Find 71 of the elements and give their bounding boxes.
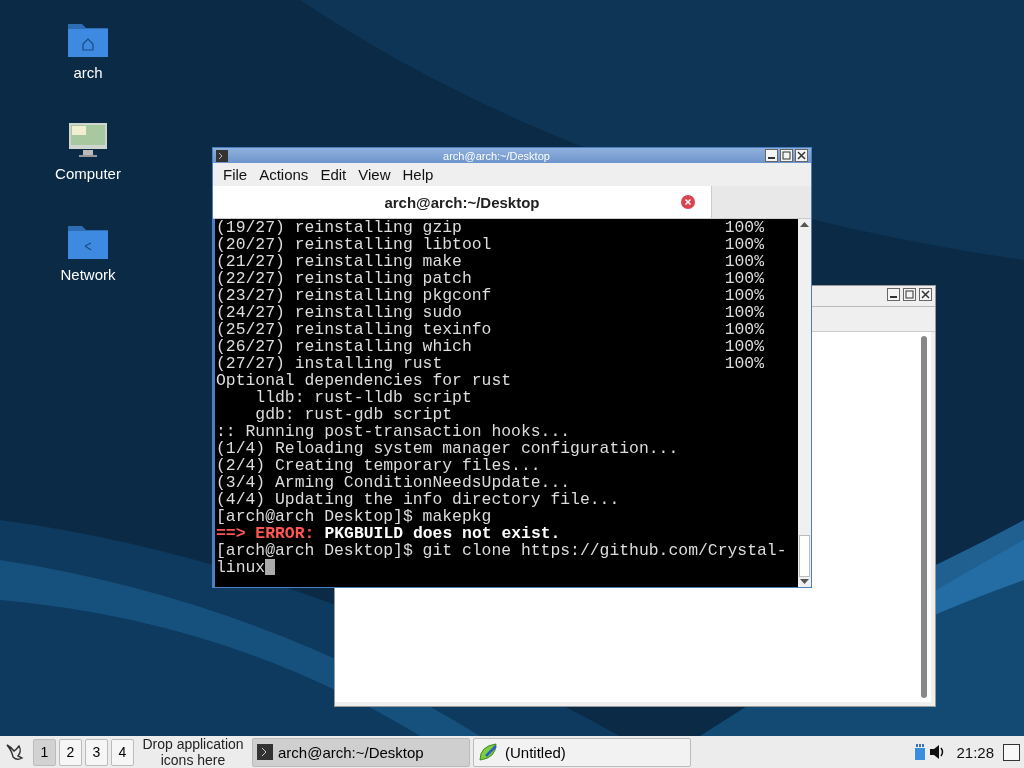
terminal-line: :: Running post-transaction hooks...	[216, 423, 571, 440]
show-desktop-button[interactable]	[1003, 743, 1020, 761]
terminal-line: (22/27) reinstalling patch	[216, 270, 472, 287]
close-button[interactable]	[919, 288, 932, 301]
taskbar-window-button[interactable]: (Untitled)	[473, 737, 691, 767]
progress-percent: 100%	[724, 355, 764, 372]
workspace-button[interactable]: 2	[59, 738, 82, 766]
menu-item[interactable]: Help	[396, 166, 440, 183]
desktop-icon-label[interactable]: Network	[60, 266, 116, 283]
progress-percent: 100%	[724, 304, 764, 321]
menu-item[interactable]: File	[217, 166, 254, 183]
terminal-line: [arch@arch Desktop]$ makepkg	[216, 508, 492, 525]
terminal-line: (3/4) Arming ConditionNeedsUpdate...	[216, 474, 571, 491]
terminal-line: (25/27) reinstalling texinfo	[216, 321, 492, 338]
close-tab-icon[interactable]	[681, 195, 695, 209]
terminal-line: Optional dependencies for rust	[216, 372, 512, 389]
progress-percent: 100%	[724, 287, 764, 304]
menu-item[interactable]: View	[352, 166, 397, 183]
progress-percent: 100%	[724, 236, 764, 253]
terminal-tab[interactable]: arch@arch:~/Desktop	[213, 186, 712, 218]
error-prefix: ==> ERROR:	[216, 525, 315, 542]
maximize-button[interactable]	[903, 288, 916, 301]
terminal-line: (27/27) installing rust	[216, 355, 443, 372]
progress-percent: 100%	[724, 321, 764, 338]
terminal-icon	[216, 149, 228, 162]
terminal-line: (26/27) reinstalling which	[216, 338, 472, 355]
progress-percent: 100%	[724, 219, 764, 236]
terminal-line: (21/27) reinstalling make	[216, 253, 462, 270]
menu-item[interactable]: Edit	[314, 166, 353, 183]
workspace-button[interactable]: 1	[33, 738, 56, 766]
clock[interactable]: 21:28	[956, 743, 994, 761]
scrollbar[interactable]	[798, 219, 811, 587]
terminal-line: (1/4) Reloading system manager configuration...	[216, 440, 679, 457]
terminal-line: (20/27) reinstalling libtool	[216, 236, 492, 253]
terminal-line: (24/27) reinstalling sudo	[216, 304, 462, 321]
terminal-line: gdb: rust-gdb script	[254, 406, 453, 423]
terminal-line: (4/4) Updating the info directory file...	[216, 491, 620, 508]
workspace-button[interactable]: 3	[85, 738, 108, 766]
terminal-line: linux	[216, 559, 266, 576]
error-message: PKGBUILD does not exist.	[324, 525, 561, 542]
network-status-icon[interactable]	[914, 743, 927, 761]
window-title: arch@arch:~/Desktop	[442, 149, 551, 162]
bird-icon[interactable]	[4, 741, 26, 763]
progress-percent: 100%	[724, 338, 764, 355]
computer-icon[interactable]	[67, 121, 109, 159]
maximize-icon	[782, 151, 791, 160]
desktop-icon-label[interactable]: arch	[73, 64, 103, 81]
close-icon	[921, 290, 930, 299]
close-icon	[797, 151, 806, 160]
minimize-button[interactable]	[887, 288, 900, 301]
terminal-icon	[257, 744, 273, 760]
scrollbar[interactable]	[921, 336, 927, 698]
terminal-line: [arch@arch Desktop]$ git clone https://github.com/Crystal-	[216, 542, 787, 559]
desktop-icon-label[interactable]: Computer	[55, 165, 121, 182]
minimize-button[interactable]	[765, 149, 778, 162]
workspace-button[interactable]: 4	[111, 738, 134, 766]
scroll-up-icon[interactable]	[799, 221, 810, 229]
terminal-line: lldb: rust-lldb script	[254, 389, 472, 406]
terminal-line: (2/4) Creating temporary files...	[216, 457, 541, 474]
maximize-button[interactable]	[780, 149, 793, 162]
launcher-hint: Drop application icons here	[141, 736, 245, 768]
menu-item[interactable]: Actions	[253, 166, 315, 183]
taskbar-window-button[interactable]: arch@arch:~/Desktop	[252, 737, 470, 767]
leaf-pen-icon	[478, 742, 500, 762]
scroll-thumb[interactable]	[799, 535, 810, 577]
terminal-line: (23/27) reinstalling pkgconf	[216, 287, 492, 304]
terminal-line: (19/27) reinstalling gzip	[216, 219, 462, 236]
progress-percent: 100%	[724, 270, 764, 287]
maximize-icon	[905, 290, 914, 299]
close-button[interactable]	[795, 149, 808, 162]
progress-percent: 100%	[724, 253, 764, 270]
